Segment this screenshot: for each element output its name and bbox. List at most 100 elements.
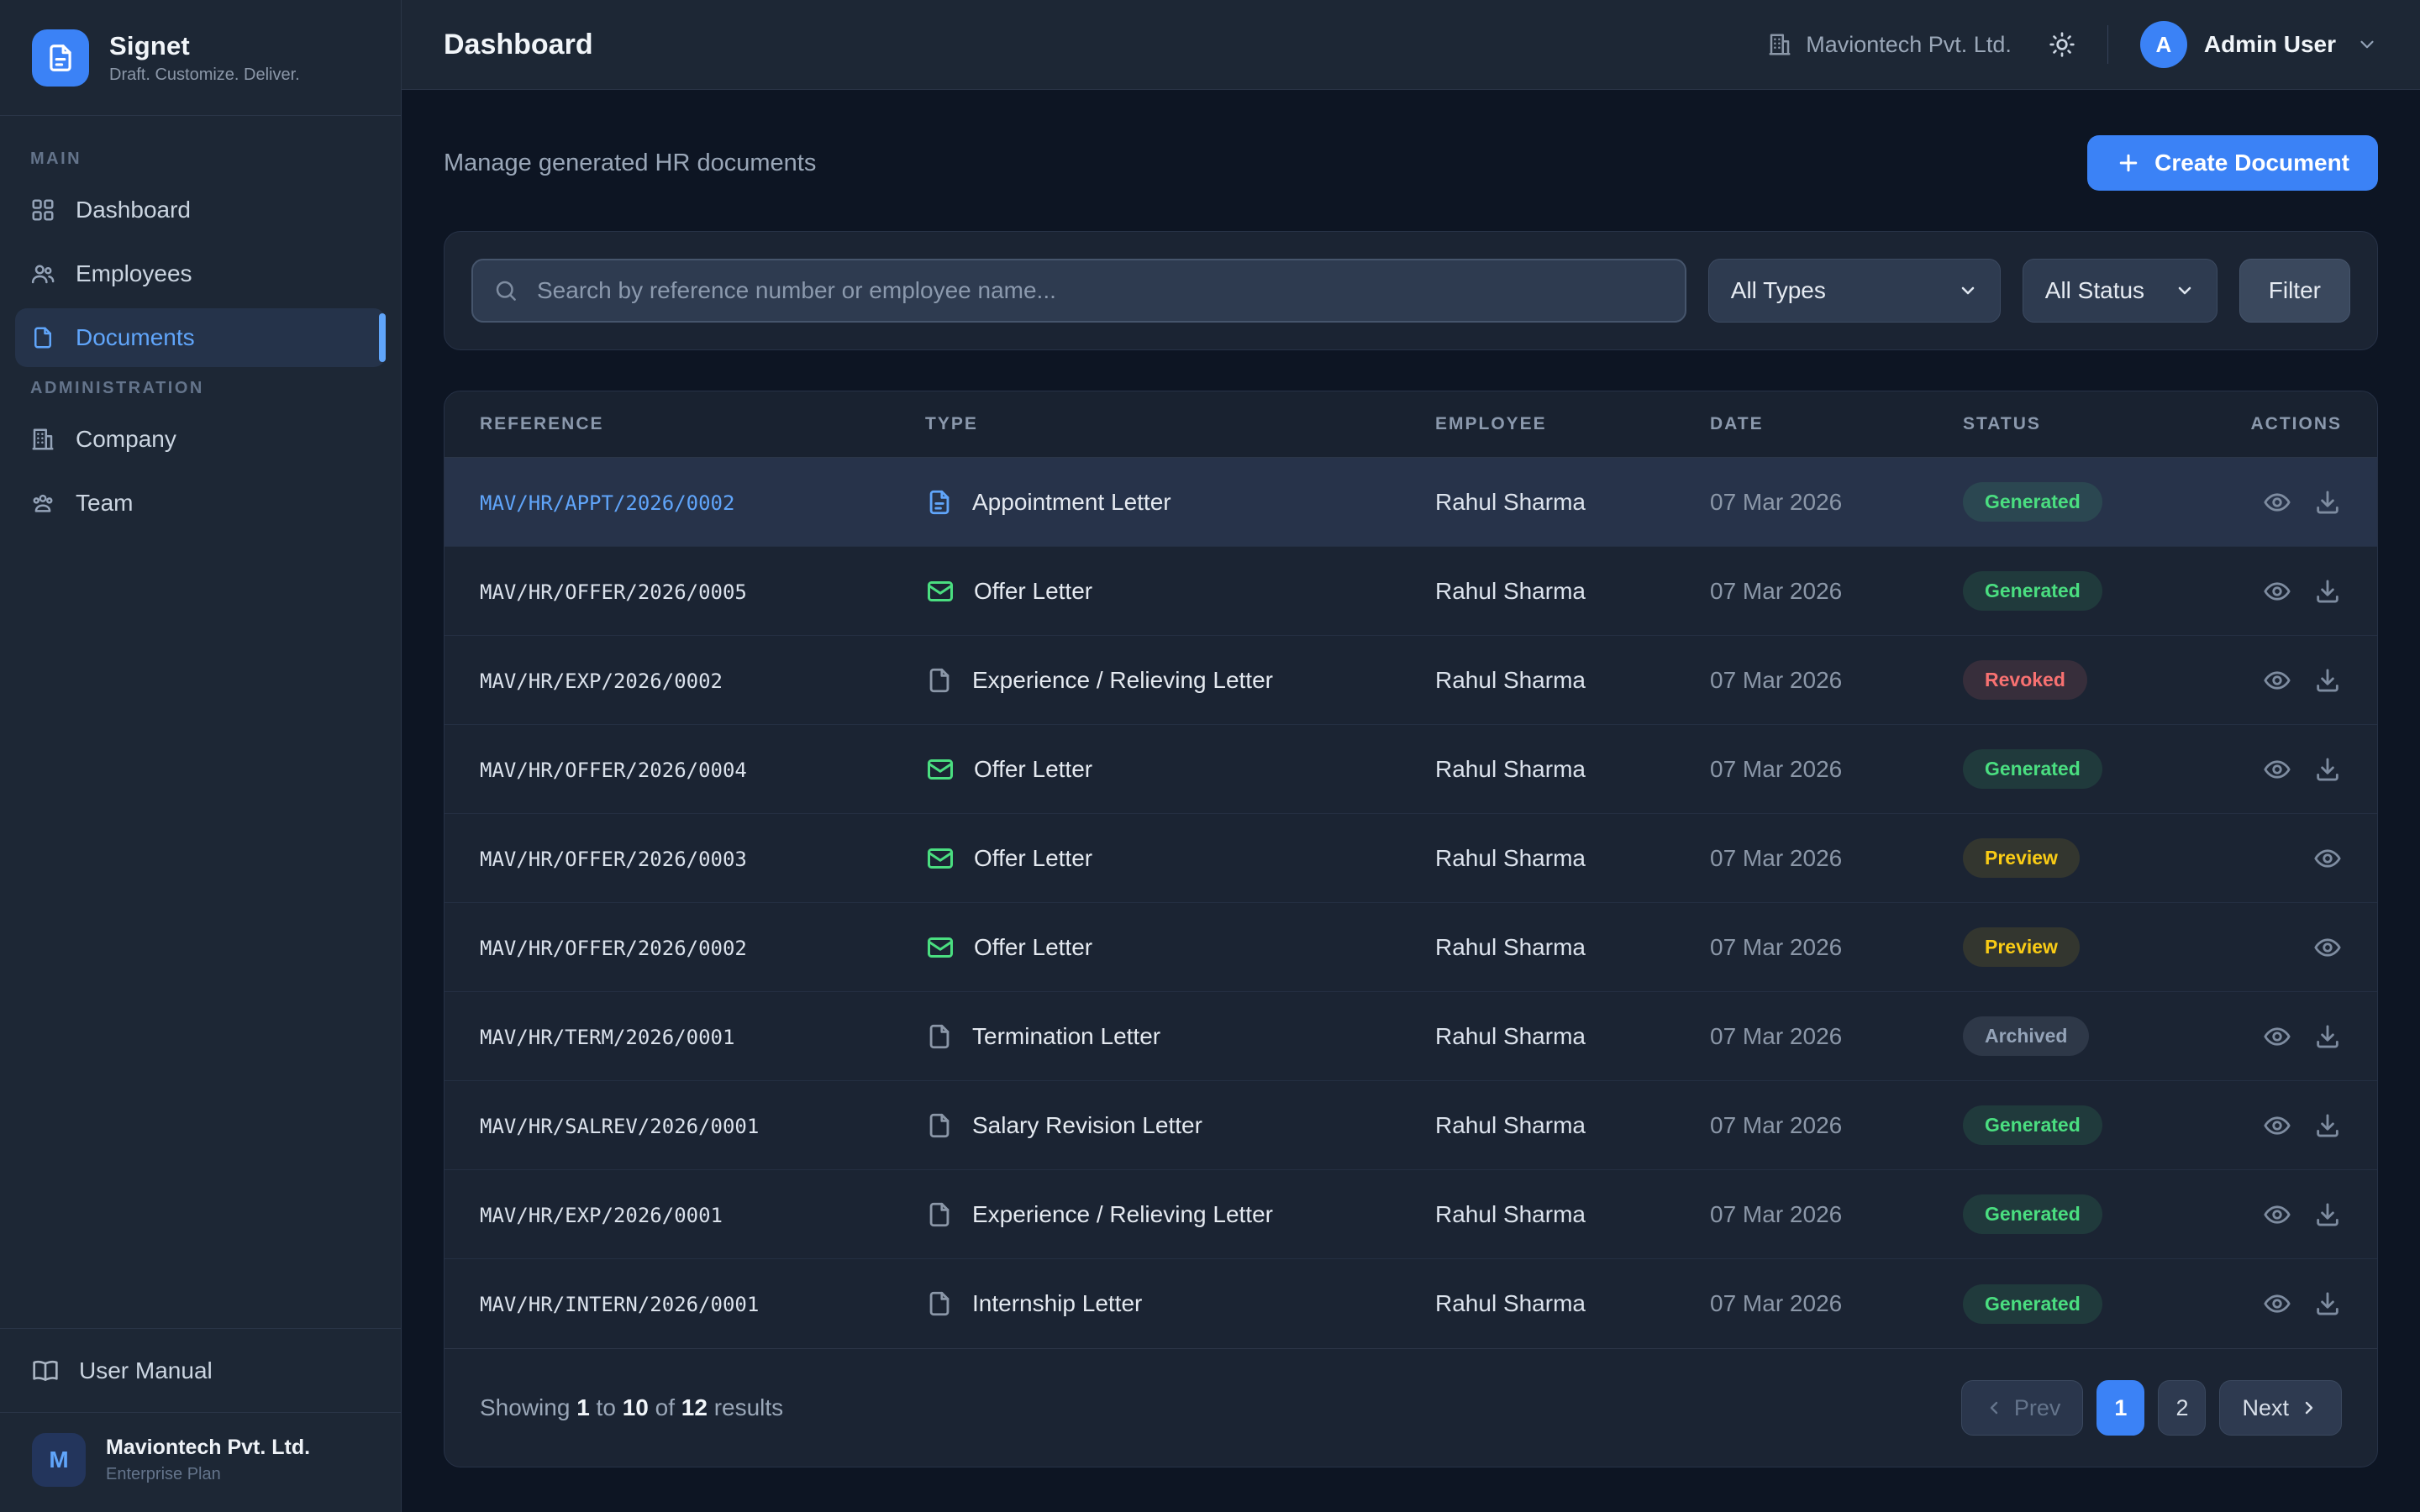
document-type: Salary Revision Letter [972, 1112, 1202, 1139]
status-badge: Archived [1963, 1016, 2089, 1056]
prev-page-button[interactable]: Prev [1961, 1380, 2084, 1436]
table-row[interactable]: MAV/HR/OFFER/2026/0004 Offer Letter Rahu… [445, 725, 2377, 814]
row-actions [2249, 755, 2342, 784]
nav-section-administration: ADMINISTRATION [15, 379, 386, 398]
document-date: 07 Mar 2026 [1710, 845, 1963, 872]
view-button[interactable] [2263, 1111, 2291, 1140]
document-type: Offer Letter [974, 578, 1092, 605]
company-name: Maviontech Pvt. Ltd. [1806, 32, 2012, 58]
table-row[interactable]: MAV/HR/SALREV/2026/0001 Salary Revision … [445, 1081, 2377, 1170]
results-from: 1 [576, 1394, 590, 1420]
filter-button[interactable]: Filter [2239, 259, 2350, 323]
sidebar-item-dashboard[interactable]: Dashboard [15, 181, 386, 239]
download-button[interactable] [2313, 755, 2342, 784]
sidebar-item-documents[interactable]: Documents [15, 308, 386, 367]
download-button[interactable] [2313, 1022, 2342, 1051]
org-avatar: M [32, 1433, 86, 1487]
table-row[interactable]: MAV/HR/OFFER/2026/0003 Offer Letter Rahu… [445, 814, 2377, 903]
sidebar-item-employees[interactable]: Employees [15, 244, 386, 303]
download-button[interactable] [2313, 488, 2342, 517]
sidebar-item-user-manual[interactable]: User Manual [0, 1328, 401, 1412]
main-area: Dashboard Maviontech Pvt. Ltd. A Admin U… [402, 0, 2420, 1512]
file-icon [925, 1289, 954, 1318]
download-button[interactable] [2313, 1200, 2342, 1229]
document-date: 07 Mar 2026 [1710, 1201, 1963, 1228]
user-avatar: A [2140, 21, 2187, 68]
next-page-button[interactable]: Next [2219, 1380, 2342, 1436]
documents-table: Reference Type Employee Date Status Acti… [444, 391, 2378, 1467]
table-row[interactable]: MAV/HR/TERM/2026/0001 Termination Letter… [445, 992, 2377, 1081]
page-button-1[interactable]: 1 [2096, 1380, 2144, 1436]
sidebar-item-label: Team [76, 490, 133, 517]
file-icon [925, 1022, 954, 1051]
sidebar-item-team[interactable]: Team [15, 474, 386, 533]
user-menu[interactable]: A Admin User [2140, 21, 2378, 68]
row-actions [2249, 1289, 2342, 1318]
theme-toggle-sun-icon[interactable] [2049, 31, 2075, 58]
download-button[interactable] [2313, 1289, 2342, 1318]
employee-name: Rahul Sharma [1435, 1112, 1710, 1139]
view-button[interactable] [2313, 933, 2342, 962]
document-date: 07 Mar 2026 [1710, 1290, 1963, 1317]
download-button[interactable] [2313, 666, 2342, 695]
sidebar-item-company[interactable]: Company [15, 410, 386, 469]
grid-icon [30, 197, 55, 223]
document-reference: MAV/HR/APPT/2026/0002 [480, 491, 734, 515]
status-filter-select[interactable]: All Status [2023, 259, 2217, 323]
content: Manage generated HR documents Create Doc… [402, 90, 2420, 1512]
brand: Signet Draft. Customize. Deliver. [0, 0, 401, 116]
plus-icon [2116, 150, 2141, 176]
org-plan: Enterprise Plan [106, 1465, 310, 1484]
org-name: Maviontech Pvt. Ltd. [106, 1436, 310, 1460]
document-icon [45, 42, 76, 74]
results-summary: Showing 1 to 10 of 12 results [480, 1394, 783, 1421]
table-row[interactable]: MAV/HR/OFFER/2026/0005 Offer Letter Rahu… [445, 547, 2377, 636]
column-header-actions: Actions [2249, 414, 2342, 434]
table-header-row: Reference Type Employee Date Status Acti… [445, 391, 2377, 458]
employee-name: Rahul Sharma [1435, 667, 1710, 694]
table-body: MAV/HR/APPT/2026/0002 Appointment Letter… [445, 458, 2377, 1348]
search-input[interactable] [471, 259, 1686, 323]
page-title: Dashboard [444, 29, 593, 61]
view-button[interactable] [2263, 488, 2291, 517]
view-button[interactable] [2263, 1200, 2291, 1229]
document-reference: MAV/HR/EXP/2026/0002 [480, 669, 723, 693]
chevron-down-icon [2175, 281, 2195, 301]
table-row[interactable]: MAV/HR/EXP/2026/0002 Experience / Reliev… [445, 636, 2377, 725]
document-date: 07 Mar 2026 [1710, 756, 1963, 783]
document-type: Experience / Relieving Letter [972, 1201, 1273, 1228]
company-indicator: Maviontech Pvt. Ltd. [1767, 32, 2012, 58]
document-date: 07 Mar 2026 [1710, 934, 1963, 961]
view-button[interactable] [2263, 1289, 2291, 1318]
view-button[interactable] [2263, 577, 2291, 606]
building-icon [1767, 32, 1792, 57]
document-reference: MAV/HR/OFFER/2026/0004 [480, 759, 747, 782]
download-button[interactable] [2313, 1111, 2342, 1140]
download-button[interactable] [2313, 577, 2342, 606]
table-row[interactable]: MAV/HR/INTERN/2026/0001 Internship Lette… [445, 1259, 2377, 1348]
row-actions [2249, 1111, 2342, 1140]
document-type: Termination Letter [972, 1023, 1160, 1050]
results-to: 10 [623, 1394, 649, 1420]
file-icon [925, 666, 954, 695]
row-actions [2249, 666, 2342, 695]
employee-name: Rahul Sharma [1435, 1290, 1710, 1317]
table-row[interactable]: MAV/HR/OFFER/2026/0002 Offer Letter Rahu… [445, 903, 2377, 992]
create-document-button[interactable]: Create Document [2087, 135, 2378, 191]
view-button[interactable] [2263, 1022, 2291, 1051]
view-button[interactable] [2263, 666, 2291, 695]
table-row[interactable]: MAV/HR/EXP/2026/0001 Experience / Reliev… [445, 1170, 2377, 1259]
chevron-right-icon [2299, 1398, 2319, 1418]
document-reference: MAV/HR/EXP/2026/0001 [480, 1204, 723, 1227]
users-icon [30, 261, 55, 286]
type-filter-select[interactable]: All Types [1708, 259, 2001, 323]
page-button-2[interactable]: 2 [2158, 1380, 2206, 1436]
view-button[interactable] [2263, 755, 2291, 784]
column-header-employee: Employee [1435, 414, 1710, 434]
filter-bar: All Types All Status Filter [444, 231, 2378, 350]
type-filter-value: All Types [1731, 277, 1826, 304]
view-button[interactable] [2313, 844, 2342, 873]
file-icon [925, 1111, 954, 1140]
document-reference: MAV/HR/SALREV/2026/0001 [480, 1115, 759, 1138]
table-row[interactable]: MAV/HR/APPT/2026/0002 Appointment Letter… [445, 458, 2377, 547]
